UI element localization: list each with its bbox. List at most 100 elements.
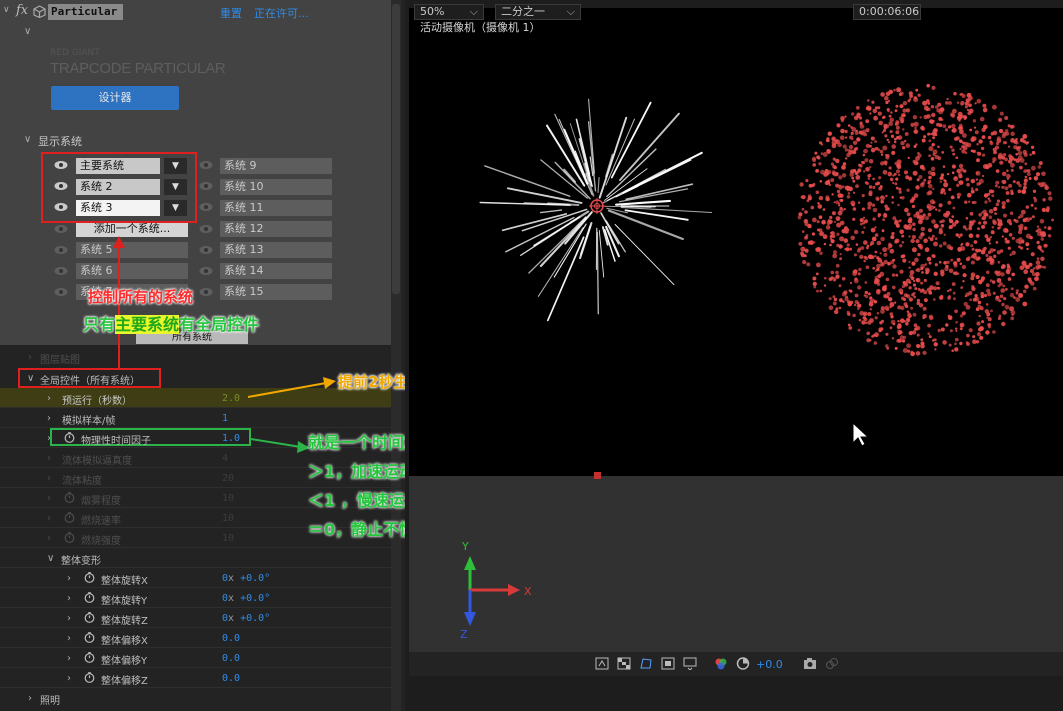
particle-dot xyxy=(885,344,889,348)
expand-icon[interactable]: › xyxy=(47,393,51,404)
reset-link[interactable]: 重置 xyxy=(220,5,242,21)
resolution-select[interactable]: 二分之一 ⌵ xyxy=(495,4,581,20)
property-row[interactable] xyxy=(0,648,391,668)
system-field-9[interactable]: 系统 9 xyxy=(220,158,332,174)
stopwatch-icon[interactable] xyxy=(84,652,95,663)
property-row[interactable] xyxy=(0,408,391,428)
property-value[interactable]: 0.0 xyxy=(222,633,240,644)
eye-icon[interactable] xyxy=(199,245,213,255)
panel-scrollbar-thumb[interactable] xyxy=(392,4,400,294)
eye-icon[interactable] xyxy=(199,160,213,170)
exposure-value[interactable]: +0.0 xyxy=(756,658,783,671)
grid-guides-icon[interactable] xyxy=(683,657,697,670)
expand-icon[interactable]: › xyxy=(47,453,51,464)
plugin-expand-icon[interactable]: ∨ xyxy=(24,26,31,37)
eye-icon[interactable] xyxy=(54,266,68,276)
eye-icon[interactable] xyxy=(199,181,213,191)
system-field-10[interactable]: 系统 10 xyxy=(220,179,332,195)
channel-icon[interactable] xyxy=(714,657,728,670)
property-value[interactable]: 0x +0.0° xyxy=(222,613,270,624)
property-value[interactable]: 0x +0.0° xyxy=(222,573,270,584)
stopwatch-icon[interactable] xyxy=(64,512,75,523)
particle-dot xyxy=(939,180,942,183)
global-expand-icon[interactable]: ∨ xyxy=(27,373,34,384)
eye-icon[interactable] xyxy=(54,287,68,297)
property-value[interactable]: 1.0 xyxy=(222,433,240,444)
expand-icon[interactable]: › xyxy=(67,633,71,644)
property-row[interactable] xyxy=(0,608,391,628)
designer-button[interactable]: 设计器 xyxy=(51,86,179,110)
fx-icon[interactable]: fx xyxy=(16,3,28,18)
property-value[interactable]: 1 xyxy=(222,413,228,424)
region-of-interest-icon[interactable] xyxy=(661,657,675,670)
show-snapshot-icon[interactable] xyxy=(825,657,839,670)
system-field-15[interactable]: 系统 15 xyxy=(220,284,332,300)
layer-map-label[interactable]: 图层贴图 xyxy=(40,351,80,366)
particle-dot xyxy=(967,111,972,116)
expand-icon[interactable]: › xyxy=(47,473,51,484)
property-value[interactable]: 0.0 xyxy=(222,653,240,664)
eye-icon[interactable] xyxy=(54,224,68,234)
expand-icon[interactable]: › xyxy=(47,433,51,444)
stopwatch-icon[interactable] xyxy=(84,672,95,683)
expand-icon[interactable]: › xyxy=(47,413,51,424)
expand-icon[interactable]: › xyxy=(67,613,71,624)
lighting-label[interactable]: 照明 xyxy=(40,692,60,707)
fast-preview-icon[interactable] xyxy=(595,657,609,670)
property-value[interactable]: 0.0 xyxy=(222,673,240,684)
current-time-display[interactable]: 0:00:06:06 xyxy=(853,4,921,20)
stopwatch-icon[interactable] xyxy=(84,612,95,623)
anchor-point-icon[interactable] xyxy=(594,472,601,479)
system-field-12[interactable]: 系统 12 xyxy=(220,221,332,237)
eye-icon[interactable] xyxy=(199,202,213,212)
lighting-expand-icon[interactable]: › xyxy=(28,693,32,704)
particle-dot xyxy=(889,130,893,134)
stopwatch-icon[interactable] xyxy=(84,572,95,583)
property-value[interactable]: 10 xyxy=(222,513,234,524)
expand-icon[interactable]: › xyxy=(47,513,51,524)
property-row[interactable] xyxy=(0,568,391,588)
eye-icon[interactable] xyxy=(199,266,213,276)
property-row[interactable] xyxy=(0,628,391,648)
property-value[interactable]: 20 xyxy=(222,473,234,484)
property-value[interactable]: 4 xyxy=(222,453,228,464)
property-group-transform[interactable] xyxy=(0,548,391,568)
show-systems-expand-icon[interactable]: ∨ xyxy=(24,134,31,145)
eye-icon[interactable] xyxy=(199,224,213,234)
property-row[interactable] xyxy=(0,588,391,608)
expand-icon[interactable]: › xyxy=(67,653,71,664)
transform-expand-icon[interactable]: ∨ xyxy=(47,553,54,564)
transparency-grid-icon[interactable] xyxy=(617,657,631,670)
expand-icon[interactable]: › xyxy=(67,673,71,684)
stopwatch-icon[interactable] xyxy=(64,532,75,543)
property-value[interactable]: 0x +0.0° xyxy=(222,593,270,604)
global-controls-label[interactable]: 全局控件（所有系统） xyxy=(40,372,140,387)
stopwatch-icon[interactable] xyxy=(84,592,95,603)
system-field-14[interactable]: 系统 14 xyxy=(220,263,332,279)
expand-icon[interactable]: › xyxy=(67,573,71,584)
stopwatch-icon[interactable] xyxy=(84,632,95,643)
eye-icon[interactable] xyxy=(54,245,68,255)
eye-icon[interactable] xyxy=(199,287,213,297)
property-value[interactable]: 10 xyxy=(222,533,234,544)
expand-icon[interactable]: › xyxy=(47,533,51,544)
stopwatch-icon[interactable] xyxy=(64,492,75,503)
snapshot-camera-icon[interactable] xyxy=(803,657,817,670)
expand-icon[interactable]: › xyxy=(28,352,32,363)
particle-dot xyxy=(867,312,872,316)
add-system-button[interactable]: 添加一个系统... xyxy=(76,221,188,237)
property-value[interactable]: 2.0 xyxy=(222,393,240,404)
system-field-5[interactable]: 系统 5 xyxy=(76,242,188,258)
system-field-6[interactable]: 系统 6 xyxy=(76,263,188,279)
zoom-select[interactable]: 50% ⌵ xyxy=(414,4,484,20)
system-field-11[interactable]: 系统 11 xyxy=(220,200,332,216)
property-row[interactable] xyxy=(0,668,391,688)
mask-visibility-icon[interactable] xyxy=(639,657,653,670)
collapse-icon[interactable]: ∨ xyxy=(3,5,10,15)
exposure-reset-icon[interactable] xyxy=(736,657,750,670)
expand-icon[interactable]: › xyxy=(47,493,51,504)
expand-icon[interactable]: › xyxy=(67,593,71,604)
system-field-13[interactable]: 系统 13 xyxy=(220,242,332,258)
property-value[interactable]: 10 xyxy=(222,493,234,504)
stopwatch-icon[interactable] xyxy=(64,432,75,443)
